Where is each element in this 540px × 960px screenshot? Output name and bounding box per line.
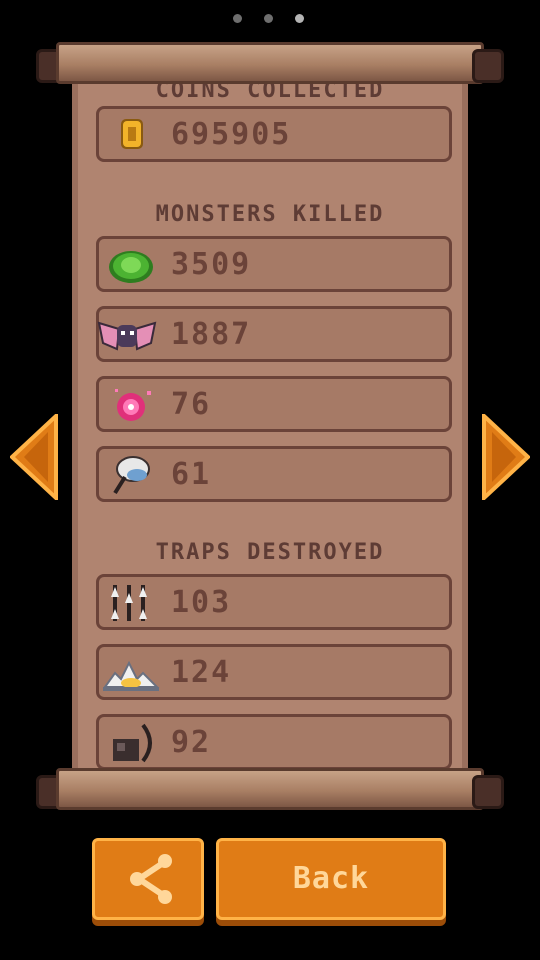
back-button-label: Back <box>292 861 370 896</box>
bat-kill-count: 1887 <box>171 317 252 352</box>
monster-row-wisp: 76 <box>96 376 452 432</box>
page-dot-2[interactable] <box>264 14 273 23</box>
page-indicator <box>0 12 540 26</box>
crossbow-trap-icon <box>113 723 152 763</box>
scroll-knob-right <box>472 49 504 83</box>
trap-row-spikes: 103 <box>96 574 452 630</box>
trap-row-saw: 124 <box>96 644 452 700</box>
scroll-knob-right <box>472 775 504 809</box>
bat-icon <box>97 321 157 351</box>
saw-trap-count: 124 <box>171 655 232 690</box>
stats-scroll-paper[interactable]: COINS COLLECTED 695905 MONSTERS KILLED 3… <box>72 84 468 768</box>
pink-wisp-icon <box>115 389 151 421</box>
scroll-rod-bar <box>56 768 484 810</box>
next-page-arrow-icon[interactable] <box>482 414 530 500</box>
page-dot-1[interactable] <box>233 14 242 23</box>
crossbow-trap-count: 92 <box>171 725 212 760</box>
page-dot-3-active[interactable] <box>295 14 304 23</box>
saw-blade-trap-icon <box>103 660 160 691</box>
gold-coin-icon <box>121 119 143 149</box>
coins-value: 695905 <box>171 117 292 152</box>
trap-row-crossbow: 92 <box>96 714 452 768</box>
share-button[interactable] <box>92 838 204 920</box>
green-slime-icon <box>109 251 153 283</box>
monster-row-bat: 1887 <box>96 306 452 362</box>
spike-trap-icon <box>111 585 147 621</box>
coins-row: 695905 <box>96 106 452 162</box>
back-button[interactable]: Back <box>216 838 446 920</box>
scroll-top-rod <box>36 42 504 84</box>
ghost-kill-count: 61 <box>171 457 212 492</box>
ghost-mace-icon <box>113 456 150 495</box>
scroll-bottom-rod <box>36 768 504 810</box>
wisp-kill-count: 76 <box>171 387 212 422</box>
slime-kill-count: 3509 <box>171 247 252 282</box>
monster-row-ghost: 61 <box>96 446 452 502</box>
monster-row-slime: 3509 <box>96 236 452 292</box>
previous-page-arrow-icon[interactable] <box>10 414 58 500</box>
traps-destroyed-title: TRAPS DESTROYED <box>155 540 385 565</box>
coins-collected-title: COINS COLLECTED <box>155 84 385 103</box>
share-icon <box>130 854 172 904</box>
spike-trap-count: 103 <box>171 585 232 620</box>
monsters-killed-title: MONSTERS KILLED <box>155 202 385 227</box>
scroll-rod-bar <box>56 42 484 84</box>
